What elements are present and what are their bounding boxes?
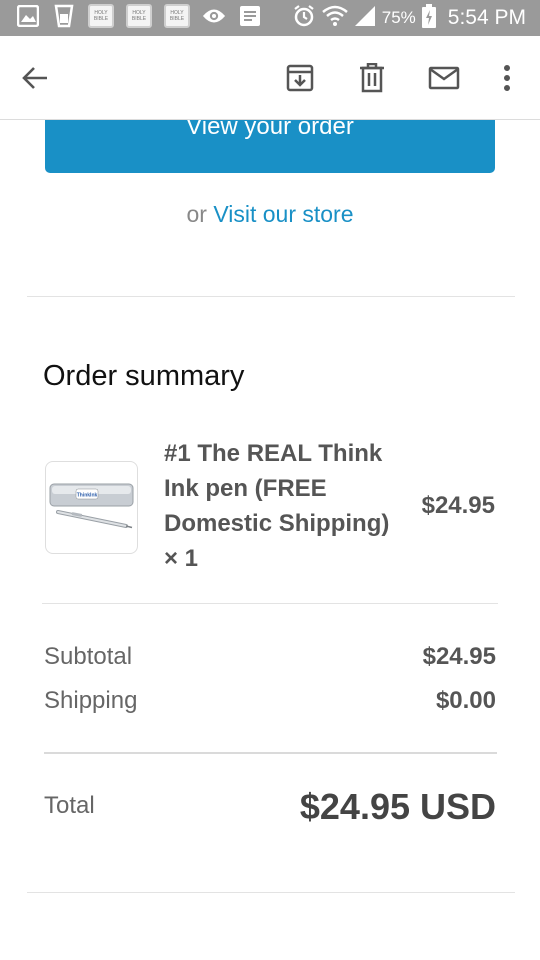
bible-icon: HOLY BIBLE: [88, 4, 114, 28]
archive-icon: [286, 64, 314, 92]
bible-icon: HOLY BIBLE: [126, 4, 152, 28]
alarm-icon: [292, 4, 316, 33]
status-bar: HOLY BIBLE HOLY BIBLE HOLY BIBLE 75% 5:5…: [0, 0, 540, 36]
clock: 5:54 PM: [447, 6, 526, 29]
divider: [42, 603, 498, 604]
shipping-label: Shipping: [44, 687, 138, 714]
eye-icon: [202, 4, 226, 28]
divider: [44, 752, 497, 754]
product-thumbnail: ThinkInk: [45, 461, 138, 554]
archive-button[interactable]: [280, 58, 320, 98]
total-label: Total: [44, 792, 95, 819]
divider: [27, 296, 515, 297]
app-bar: [0, 36, 540, 120]
more-options-button[interactable]: [487, 58, 527, 98]
delete-button[interactable]: [352, 58, 392, 98]
view-order-label: View your order: [186, 120, 354, 140]
more-vert-icon: [504, 65, 510, 91]
view-order-button[interactable]: View your order: [45, 120, 495, 173]
store-prefix: or: [186, 201, 214, 227]
notification-icons: HOLY BIBLE HOLY BIBLE HOLY BIBLE: [16, 4, 262, 28]
signal-icon: [354, 5, 376, 32]
system-indicators: 75% 5:54 PM: [292, 3, 526, 33]
divider: [27, 892, 515, 893]
shipping-value: $0.00: [435, 687, 496, 714]
mark-unread-button[interactable]: [424, 58, 464, 98]
visit-store-link[interactable]: Visit our store: [213, 201, 353, 227]
notes-icon: [238, 4, 262, 28]
back-button[interactable]: [15, 58, 55, 98]
wifi-icon: [321, 5, 348, 32]
battery-percent: 75%: [381, 8, 416, 27]
bible-icon: HOLY BIBLE: [164, 4, 190, 28]
gallery-icon: [16, 4, 40, 28]
subtotal-label: Subtotal: [44, 643, 133, 670]
mail-icon: [428, 66, 460, 90]
product-name: #1 The REAL Think Ink pen (FREE Domestic…: [164, 440, 390, 572]
battery-charging-icon: [421, 3, 436, 33]
total-value: $24.95 USD: [299, 786, 496, 827]
back-arrow-icon: [22, 67, 47, 89]
delete-icon: [360, 63, 384, 93]
store-line: or Visit our store: [0, 201, 540, 228]
product-price: $24.95: [421, 492, 495, 519]
subtotal-value: $24.95: [422, 643, 496, 670]
order-summary-title: Order summary: [43, 360, 245, 392]
cup-icon: [52, 4, 76, 28]
box-logo: ThinkInk: [77, 493, 98, 499]
